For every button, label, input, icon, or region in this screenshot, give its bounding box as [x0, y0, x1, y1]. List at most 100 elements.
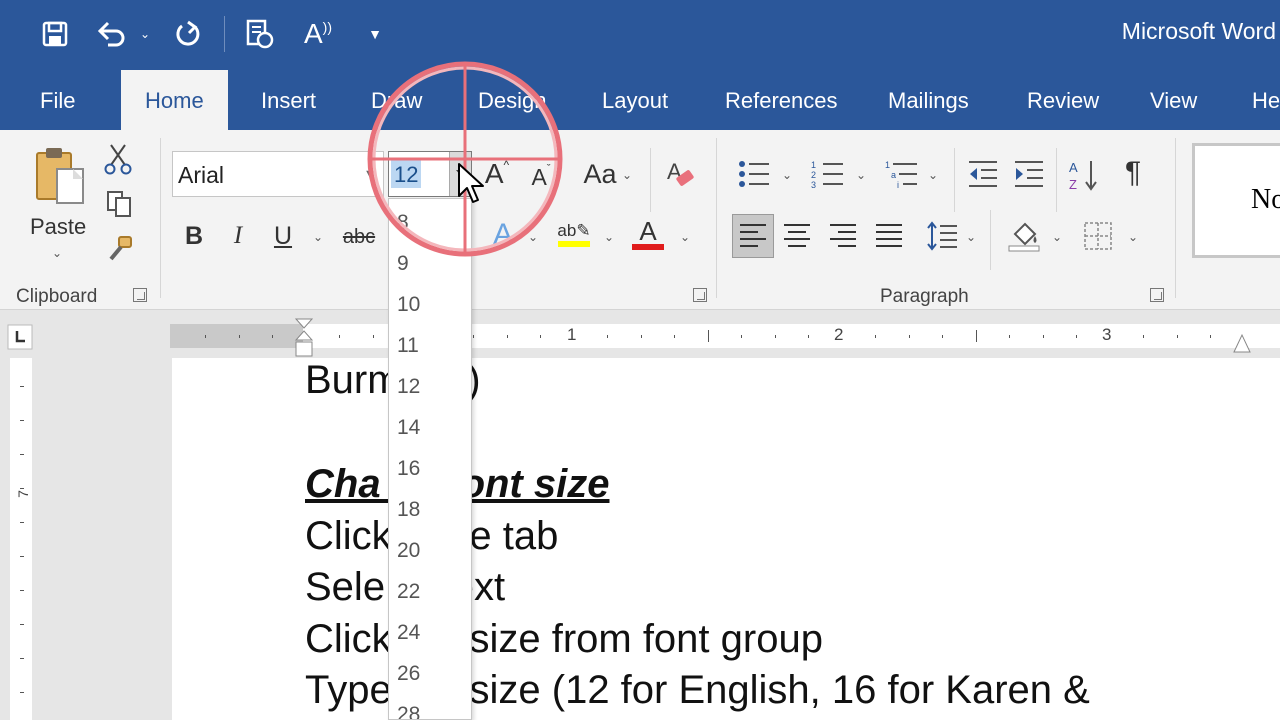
font-size-option[interactable]: 18: [397, 498, 420, 522]
paste-label[interactable]: Paste: [30, 214, 86, 240]
sort-icon[interactable]: AZ: [1066, 156, 1102, 194]
ribbon-separator: [650, 148, 651, 212]
clipboard-launcher-icon[interactable]: [133, 288, 147, 302]
font-color-chevron-icon[interactable]: ⌄: [680, 230, 690, 244]
align-left-icon[interactable]: [732, 214, 774, 258]
ruler-tick: [640, 335, 642, 338]
vertical-ruler: 7: [0, 358, 40, 720]
font-size-option[interactable]: 16: [397, 457, 420, 481]
increase-indent-icon[interactable]: [1010, 156, 1048, 192]
save-icon[interactable]: [38, 14, 72, 54]
decrease-indent-icon[interactable]: [964, 156, 1002, 192]
svg-text:2: 2: [811, 170, 816, 180]
ruler-left-margin: [170, 324, 303, 348]
ribbon: Paste ⌄ Clipboard Arial ▼ 12 A ^ Aˇ Aa ⌄ …: [0, 130, 1280, 310]
font-name-dropdown-icon[interactable]: ▼: [364, 168, 375, 180]
cut-icon[interactable]: [102, 142, 134, 176]
copy-icon[interactable]: [104, 188, 134, 220]
underline-button[interactable]: U: [268, 218, 298, 254]
tab-help[interactable]: He: [1252, 70, 1280, 130]
numbering-chevron-icon[interactable]: ⌄: [856, 168, 866, 182]
bullets-icon[interactable]: [734, 156, 774, 192]
right-indent-marker-icon[interactable]: [1232, 332, 1252, 359]
tab-design[interactable]: Design: [478, 70, 546, 130]
paragraph-launcher-icon[interactable]: [1150, 288, 1164, 302]
line-spacing-chevron-icon[interactable]: ⌄: [966, 230, 976, 244]
ruler-tick: [272, 335, 273, 338]
font-color-button[interactable]: A: [630, 214, 666, 254]
font-size-option[interactable]: 24: [397, 621, 420, 645]
read-aloud-icon[interactable]: A)): [298, 14, 338, 54]
clear-formatting-icon[interactable]: A: [662, 156, 698, 192]
change-case-button[interactable]: Aa: [578, 156, 622, 192]
ruler-tick: [339, 335, 340, 338]
bullets-chevron-icon[interactable]: ⌄: [782, 168, 792, 182]
shading-chevron-icon[interactable]: ⌄: [1052, 230, 1062, 244]
redo-icon[interactable]: [170, 14, 206, 54]
ruler-tick: [808, 335, 809, 338]
font-size-option[interactable]: 10: [397, 293, 420, 317]
tab-layout[interactable]: Layout: [602, 70, 668, 130]
ribbon-tabs: File Home Insert Draw Design Layout Refe…: [0, 70, 1280, 130]
tab-view[interactable]: View: [1150, 70, 1197, 130]
tab-draw[interactable]: Draw: [371, 70, 422, 130]
font-size-option[interactable]: 20: [397, 539, 420, 563]
ribbon-separator: [716, 138, 717, 298]
font-size-option[interactable]: 12: [397, 375, 420, 399]
svg-text:1: 1: [811, 160, 816, 170]
paste-chevron-icon[interactable]: ⌄: [52, 246, 62, 260]
customize-qat-chevron-icon[interactable]: ▼: [364, 14, 386, 54]
paste-icon[interactable]: [28, 142, 90, 212]
borders-chevron-icon[interactable]: ⌄: [1128, 230, 1138, 244]
multilevel-list-icon[interactable]: 1ai: [882, 156, 922, 192]
undo-dropdown-chevron-icon[interactable]: ⌄: [136, 14, 154, 54]
bold-label: B: [184, 221, 204, 250]
print-preview-icon[interactable]: [240, 14, 278, 54]
highlight-chevron-icon[interactable]: ⌄: [604, 230, 614, 244]
undo-icon[interactable]: [94, 14, 130, 54]
font-size-option[interactable]: 22: [397, 580, 420, 604]
numbering-icon[interactable]: 123: [808, 156, 848, 192]
underline-chevron-icon[interactable]: ⌄: [313, 230, 323, 244]
style-normal-preview[interactable]: No: [1192, 143, 1280, 258]
text-effects-chevron-icon[interactable]: ⌄: [528, 230, 538, 244]
align-right-icon[interactable]: [824, 216, 862, 256]
highlight-button[interactable]: ab✎: [556, 214, 592, 254]
font-size-option[interactable]: 14: [397, 416, 420, 440]
multilevel-chevron-icon[interactable]: ⌄: [928, 168, 938, 182]
line-spacing-icon[interactable]: [922, 216, 962, 256]
font-size-value[interactable]: 12: [391, 160, 422, 188]
tab-home[interactable]: Home: [121, 70, 228, 130]
align-center-icon[interactable]: [778, 216, 816, 256]
font-size-dropdown-list[interactable]: 8 9 10 11 12 14 16 18 20 22 24 26 28: [388, 198, 472, 720]
tab-stop-selector-icon[interactable]: [7, 324, 33, 350]
strikethrough-button[interactable]: abc: [340, 220, 378, 254]
format-painter-icon[interactable]: [102, 232, 136, 266]
bold-button[interactable]: B: [180, 218, 208, 254]
tab-review[interactable]: Review: [1027, 70, 1099, 130]
font-launcher-icon[interactable]: [693, 288, 707, 302]
font-size-option[interactable]: 11: [397, 334, 419, 358]
font-name-input[interactable]: Arial: [172, 151, 384, 197]
justify-icon[interactable]: [870, 216, 908, 256]
font-size-option[interactable]: 8: [397, 211, 409, 235]
font-size-option[interactable]: 28: [397, 703, 420, 719]
shrink-font-icon[interactable]: Aˇ: [526, 160, 556, 194]
text-effects-icon[interactable]: A: [486, 216, 520, 254]
font-size-option[interactable]: 9: [397, 252, 409, 276]
ruler-tick: [774, 335, 776, 338]
tab-references[interactable]: References: [725, 70, 838, 130]
shading-icon[interactable]: [1004, 216, 1044, 256]
horizontal-ruler[interactable]: 1 2 3: [0, 316, 1280, 359]
app-title: Microsoft Word: [1121, 18, 1276, 44]
font-size-option[interactable]: 26: [397, 662, 420, 686]
document-line[interactable]: Click t size from font group: [305, 619, 823, 659]
tab-file[interactable]: File: [40, 70, 75, 130]
show-formatting-marks-button[interactable]: ¶: [1116, 154, 1150, 192]
document-page[interactable]: Burm e) Cha font size Click me tab Sele …: [172, 358, 1280, 720]
borders-icon[interactable]: [1078, 216, 1118, 256]
tab-insert[interactable]: Insert: [261, 70, 316, 130]
tab-mailings[interactable]: Mailings: [888, 70, 969, 130]
change-case-chevron-icon[interactable]: ⌄: [622, 168, 632, 182]
italic-button[interactable]: I: [224, 218, 252, 254]
